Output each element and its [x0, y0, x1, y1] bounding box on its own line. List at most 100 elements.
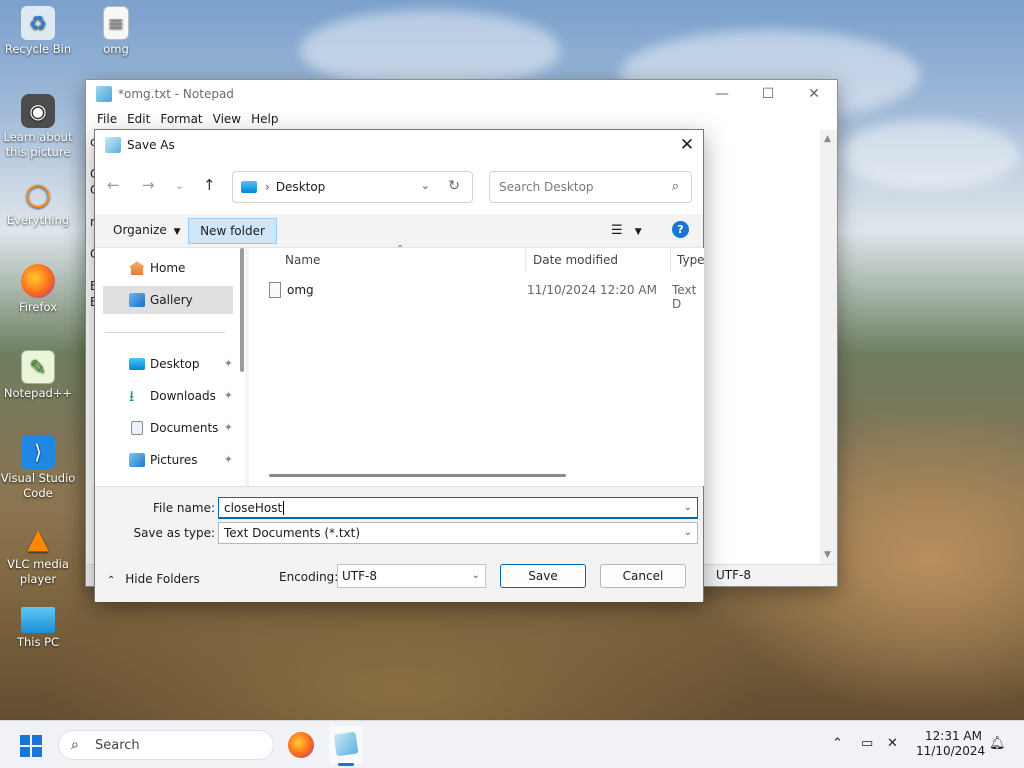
- notepad-app-icon: [105, 137, 121, 153]
- new-folder-button[interactable]: New folder: [188, 218, 277, 244]
- scroll-up-arrow-icon[interactable]: ▲: [824, 134, 831, 144]
- desktop-icon-learn-about-picture[interactable]: ◉ Learn about this picture: [0, 94, 76, 160]
- pin-icon[interactable]: ✦: [224, 357, 233, 370]
- hide-folders-button[interactable]: ⌃ Hide Folders: [107, 572, 200, 586]
- organize-label: Organize: [113, 223, 167, 237]
- taskbar-firefox-icon[interactable]: [288, 732, 314, 758]
- list-view-icon: ☰: [611, 223, 623, 238]
- desktop-icon-vlc[interactable]: ▲ VLC media player: [0, 521, 76, 587]
- pictures-icon: [129, 453, 145, 467]
- maximize-button[interactable]: ☐: [745, 80, 791, 108]
- address-dropdown-icon[interactable]: ⌄: [421, 179, 430, 192]
- desktop-icon-recycle-bin[interactable]: ♻ Recycle Bin: [0, 6, 76, 57]
- column-header-date-modified[interactable]: Date modified: [533, 248, 618, 272]
- taskbar: ⌕ Search ⌃ ▭ ✕ 12:31 AM 11/10/2024 🔔︎: [0, 720, 1024, 768]
- desktop-icon-notepad-plus-plus[interactable]: ✎ Notepad++: [0, 350, 76, 401]
- search-box[interactable]: Search Desktop ⌕: [489, 171, 692, 203]
- navigation-bar: ← → ⌄ ↑ › Desktop ⌄ ↻ Search Desktop ⌕: [95, 160, 703, 214]
- taskbar-notepad-button[interactable]: [329, 726, 363, 764]
- nav-item-gallery[interactable]: Gallery: [103, 286, 233, 314]
- nav-pane-scrollbar[interactable]: [240, 248, 244, 372]
- notepad-app-icon: [96, 86, 112, 102]
- encoding-value: UTF-8: [342, 569, 377, 583]
- file-name-input[interactable]: closeHost ⌄: [218, 497, 698, 519]
- desktop-icon-vscode[interactable]: ⟩ Visual Studio Code: [0, 435, 76, 501]
- nav-item-label: Downloads: [150, 389, 216, 403]
- home-icon: [129, 261, 145, 275]
- scroll-down-arrow-icon[interactable]: ▼: [824, 550, 831, 560]
- nav-item-pictures[interactable]: Pictures ✦: [103, 446, 233, 474]
- desktop-icon-omg[interactable]: ≡ omg: [78, 6, 154, 57]
- desktop-icon-firefox[interactable]: Firefox: [0, 264, 76, 315]
- file-name-section: File name: closeHost ⌄ Save as type: Tex…: [95, 486, 703, 548]
- nav-item-downloads[interactable]: ⭳ Downloads ✦: [103, 382, 233, 410]
- chevron-down-icon[interactable]: ⌄: [472, 570, 480, 581]
- system-clock[interactable]: 12:31 AM 11/10/2024: [916, 729, 985, 759]
- notification-bell-icon[interactable]: 🔔︎: [989, 736, 1006, 751]
- file-row[interactable]: omg 11/10/2024 12:20 AM Text D: [269, 282, 709, 311]
- organize-button[interactable]: Organize ▼: [113, 223, 181, 237]
- taskbar-search-label: Search: [95, 737, 140, 753]
- column-divider[interactable]: [670, 248, 671, 272]
- forward-arrow-icon[interactable]: →: [142, 176, 155, 194]
- navigation-pane: Home Gallery Desktop ✦ ⭳ Downloads ✦ Doc…: [95, 248, 245, 486]
- column-header-type[interactable]: Type: [677, 248, 705, 272]
- menu-help[interactable]: Help: [246, 112, 283, 126]
- nav-item-desktop[interactable]: Desktop ✦: [103, 350, 233, 378]
- nav-item-home[interactable]: Home: [103, 254, 233, 282]
- column-divider[interactable]: [525, 248, 526, 272]
- desktop-icon-label: This PC: [16, 635, 60, 649]
- show-hidden-icons-chevron-icon[interactable]: ⌃: [832, 736, 843, 751]
- pin-icon[interactable]: ✦: [224, 453, 233, 466]
- vscode-icon: ⟩: [21, 435, 55, 469]
- save-button[interactable]: Save: [500, 564, 586, 588]
- help-icon[interactable]: ?: [672, 221, 689, 238]
- column-header-name[interactable]: Name: [285, 248, 320, 272]
- menu-file[interactable]: File: [92, 112, 122, 126]
- minimize-button[interactable]: —: [699, 80, 745, 108]
- taskbar-search[interactable]: ⌕ Search: [58, 730, 274, 760]
- view-options-button[interactable]: ☰ ▼: [611, 223, 642, 238]
- desktop-icon-label: Recycle Bin: [4, 42, 72, 56]
- notepad-plus-plus-icon: ✎: [21, 350, 55, 384]
- back-arrow-icon[interactable]: ←: [107, 176, 120, 194]
- save-as-type-select[interactable]: Text Documents (*.txt) ⌄: [218, 522, 698, 544]
- address-bar[interactable]: › Desktop ⌄ ↻: [232, 171, 473, 203]
- vlc-cone-icon: ▲: [27, 521, 49, 555]
- file-list[interactable]: ⌃ Name Date modified Type omg 11/10/2024…: [249, 244, 705, 486]
- nav-item-documents[interactable]: Documents ✦: [103, 414, 233, 442]
- chevron-down-icon[interactable]: ⌄: [684, 527, 692, 538]
- chevron-up-icon: ⌃: [107, 575, 116, 586]
- cancel-button[interactable]: Cancel: [600, 564, 686, 588]
- file-name: omg: [287, 283, 314, 297]
- dialog-titlebar[interactable]: Save As: [95, 130, 703, 160]
- pin-icon[interactable]: ✦: [224, 389, 233, 402]
- close-button[interactable]: ✕: [791, 80, 837, 108]
- desktop-icon-everything[interactable]: ○ Everything: [0, 177, 76, 228]
- refresh-icon[interactable]: ↻: [448, 178, 460, 194]
- gallery-icon: [129, 293, 145, 307]
- pin-icon[interactable]: ✦: [224, 421, 233, 434]
- recent-chevron-down-icon[interactable]: ⌄: [175, 179, 184, 192]
- encoding-select[interactable]: UTF-8 ⌄: [337, 564, 486, 588]
- up-arrow-icon[interactable]: ↑: [203, 176, 216, 194]
- command-bar: Organize ▼ New folder ☰ ▼ ?: [95, 214, 703, 248]
- notepad-vertical-scrollbar[interactable]: ▲ ▼: [820, 130, 837, 564]
- desktop-icon-label: Everything: [6, 213, 70, 227]
- file-list-horizontal-scrollbar[interactable]: [269, 474, 566, 477]
- desktop-icon-this-pc[interactable]: This PC: [0, 607, 76, 650]
- chevron-down-icon: ▼: [173, 227, 181, 237]
- chevron-down-icon[interactable]: ⌄: [684, 502, 692, 513]
- breadcrumb-chevron-icon: ›: [265, 180, 270, 194]
- address-location[interactable]: Desktop: [276, 180, 326, 194]
- menu-format[interactable]: Format: [155, 112, 207, 126]
- volume-muted-icon[interactable]: ✕: [887, 736, 898, 751]
- dialog-close-button[interactable]: ✕: [671, 130, 703, 160]
- menu-view[interactable]: View: [208, 112, 246, 126]
- save-as-dialog[interactable]: Save As ✕ ← → ⌄ ↑ › Desktop ⌄ ↻ Search D…: [94, 129, 705, 602]
- menu-edit[interactable]: Edit: [122, 112, 155, 126]
- start-button[interactable]: [20, 735, 42, 757]
- network-icon[interactable]: ▭: [861, 736, 873, 751]
- text-file-icon: [269, 282, 281, 298]
- desktop-icon-label: Firefox: [18, 300, 58, 314]
